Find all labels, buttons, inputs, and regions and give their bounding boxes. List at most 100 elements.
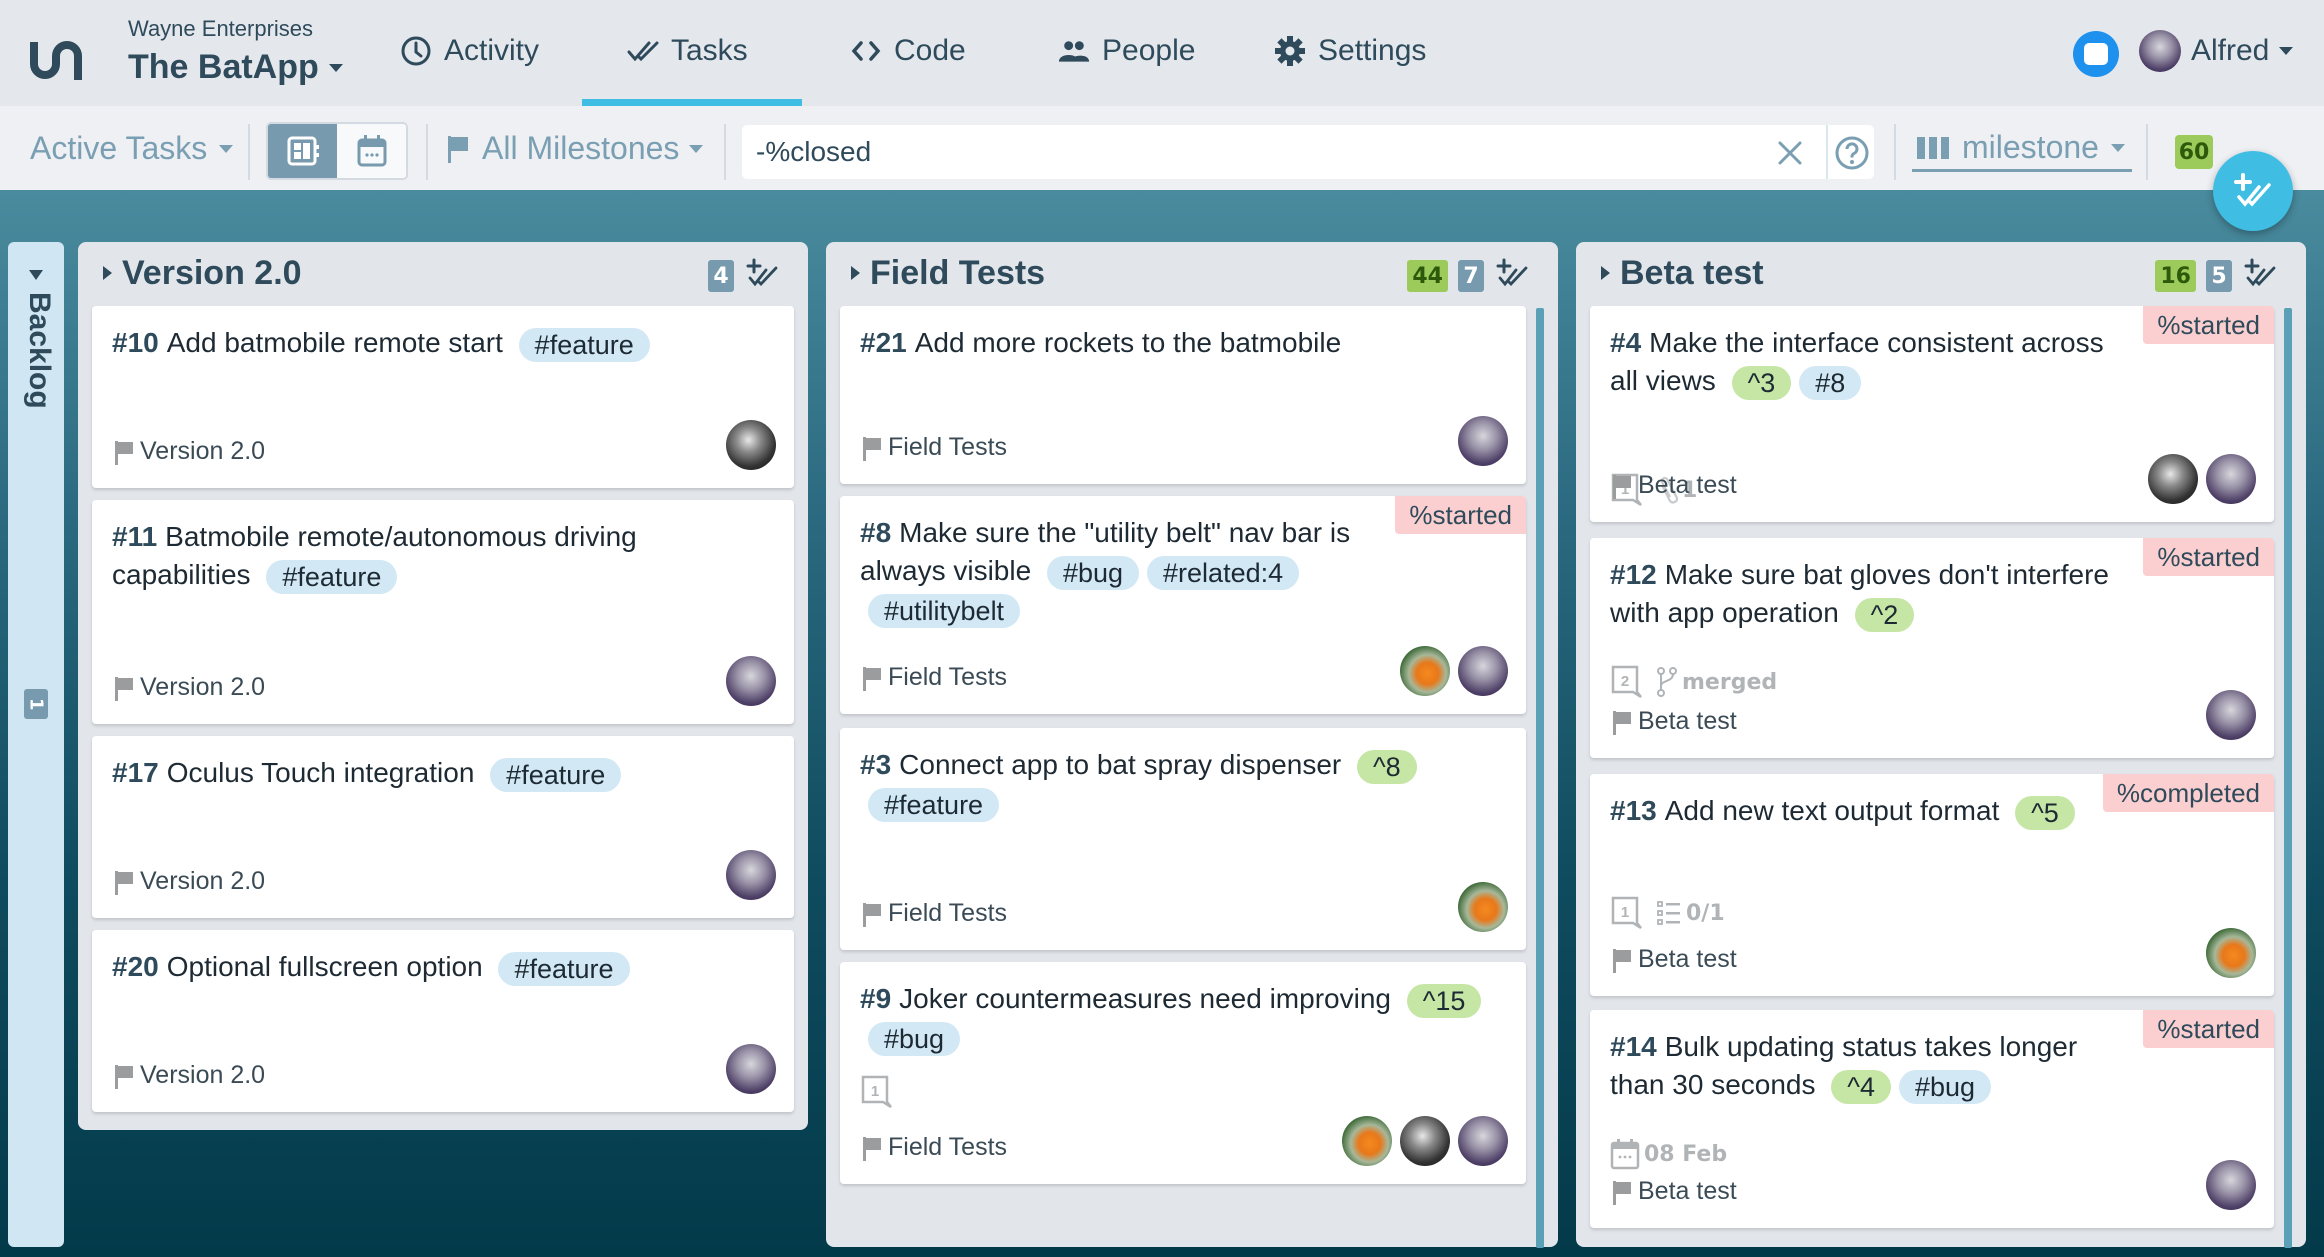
hashtag[interactable]: #bug xyxy=(1046,555,1140,590)
clock-icon xyxy=(401,36,431,66)
milestone-column: Field Tests 44 7 #21 Add more rockets to the… xyxy=(826,242,1558,1248)
task-milestone-label: Beta test xyxy=(1638,945,1737,973)
hashtag[interactable]: #feature xyxy=(498,951,630,986)
collapse-column-icon[interactable] xyxy=(103,266,112,280)
assignee-avatar-alfred[interactable] xyxy=(1458,416,1508,466)
priority-tag[interactable]: ^15 xyxy=(1406,983,1482,1018)
task-card[interactable]: #3 Connect app to bat spray dispenser ^8 #… xyxy=(840,728,1526,950)
help-icon[interactable] xyxy=(1834,135,1870,171)
column-scrollbar[interactable] xyxy=(1536,308,1544,1248)
task-card[interactable]: #13 Add new text output format ^5 %complet… xyxy=(1590,774,2274,996)
status-badge[interactable]: %completed xyxy=(2102,774,2274,812)
assignee-avatar-robin[interactable] xyxy=(1458,882,1508,932)
nav-tasks[interactable]: Tasks xyxy=(627,28,748,74)
nav-activity-label: Activity xyxy=(444,34,540,67)
hashtag[interactable]: #bug xyxy=(1898,1069,1992,1104)
task-assignees xyxy=(2148,454,2256,504)
hashtag[interactable]: #utilitybelt xyxy=(868,593,1021,628)
task-card[interactable]: #8 Make sure the "utility belt" nav bar i… xyxy=(840,496,1526,912)
add-task-to-column-icon[interactable] xyxy=(1494,258,1532,294)
task-milestone: Field Tests xyxy=(862,663,1007,692)
assignee-avatar-alfred[interactable] xyxy=(726,656,776,706)
hashtag[interactable]: #related:4 xyxy=(1147,555,1300,590)
priority-tag[interactable]: ^8 xyxy=(1357,749,1417,784)
backlog-column-collapsed[interactable]: Backlog 1 xyxy=(8,242,64,1247)
hashtag[interactable]: #feature xyxy=(490,757,622,792)
assignee-avatar-joker[interactable] xyxy=(1400,1116,1450,1166)
group-by-dropdown[interactable]: milestone xyxy=(1912,126,2132,172)
task-card[interactable]: #17 Oculus Touch integration #feature Vers… xyxy=(92,736,794,918)
task-card[interactable]: #9 Joker countermeasures need improving ^… xyxy=(840,962,1526,1184)
assignee-avatar-alfred[interactable] xyxy=(2206,1160,2256,1210)
task-card[interactable]: #14 Bulk updating status takes longer tha… xyxy=(1590,1010,2274,1228)
task-card[interactable]: #21 Add more rockets to the batmobile Fie… xyxy=(840,306,1526,484)
clear-search-icon[interactable] xyxy=(1772,135,1808,171)
task-card[interactable]: #11 Batmobile remote/autonomous driving c… xyxy=(92,500,794,724)
priority-tag[interactable]: ^5 xyxy=(2015,795,2075,830)
priority-tag[interactable]: ^2 xyxy=(1854,597,1915,632)
app-switcher[interactable]: The BatApp xyxy=(128,48,343,87)
assignee-avatar-alfred[interactable] xyxy=(726,850,776,900)
collapse-column-icon[interactable] xyxy=(1601,266,1610,280)
nav-people[interactable]: People xyxy=(1058,28,1195,74)
assignee-avatar-robin[interactable] xyxy=(1400,646,1450,696)
assignee-avatar-alfred[interactable] xyxy=(1458,1116,1508,1166)
task-card[interactable]: #20 Optional fullscreen option #feature Ve… xyxy=(92,930,794,1112)
column-scrollbar[interactable] xyxy=(2284,308,2292,1248)
status-badge[interactable]: %started xyxy=(2143,1010,2274,1048)
assignee-avatar-joker[interactable] xyxy=(726,420,776,470)
task-milestone: Beta test xyxy=(1612,1177,1737,1206)
task-card[interactable]: #4 Make the interface consistent across a… xyxy=(1590,306,2274,522)
nav-code[interactable]: Code xyxy=(850,28,966,74)
status-badge[interactable]: %started xyxy=(1395,496,1526,534)
user-menu[interactable]: Alfred xyxy=(2139,30,2294,72)
column-header: Version 2.0 4 xyxy=(78,242,808,306)
search-input[interactable] xyxy=(756,125,1756,179)
task-number: #9 xyxy=(860,983,892,1014)
task-number: #10 xyxy=(112,327,159,358)
assignee-avatar-alfred[interactable] xyxy=(726,1044,776,1094)
status-badge[interactable]: %started xyxy=(2143,538,2274,576)
nav-settings[interactable]: Settings xyxy=(1274,28,1426,74)
column-badges: 4 xyxy=(708,258,782,294)
assignee-avatar-joker[interactable] xyxy=(2148,454,2198,504)
calendar-icon xyxy=(1610,1139,1640,1170)
task-number: #14 xyxy=(1610,1031,1657,1062)
branch-value: merged xyxy=(1682,669,1778,695)
calendar-value: 08 Feb xyxy=(1644,1141,1728,1167)
chat-button[interactable] xyxy=(2073,31,2119,77)
search-divider xyxy=(1826,125,1828,179)
nav-activity[interactable]: Activity xyxy=(400,28,539,74)
milestones-dropdown[interactable]: All Milestones xyxy=(446,130,704,167)
hashtag[interactable]: #feature xyxy=(868,787,1000,822)
task-filter-dropdown[interactable]: Active Tasks xyxy=(30,130,234,167)
add-task-button[interactable] xyxy=(2213,151,2293,231)
task-title: #17 Oculus Touch integration #feature xyxy=(112,754,774,792)
priority-tag[interactable]: ^3 xyxy=(1731,365,1792,400)
milestone-flag-icon xyxy=(1613,1180,1631,1205)
hashtag[interactable]: #8 xyxy=(1799,365,1862,400)
hashtag[interactable]: #feature xyxy=(518,327,650,362)
assignee-avatar-alfred[interactable] xyxy=(2206,690,2256,740)
total-task-count: 60 xyxy=(2175,135,2213,169)
task-milestone: Version 2.0 xyxy=(114,673,265,702)
assignee-avatar-robin[interactable] xyxy=(2206,928,2256,978)
checklist-icon xyxy=(1657,901,1680,925)
assignee-avatar-alfred[interactable] xyxy=(1458,646,1508,696)
calendar-view-button[interactable] xyxy=(337,124,406,178)
assignee-avatar-alfred[interactable] xyxy=(2206,454,2256,504)
priority-tag[interactable]: ^4 xyxy=(1831,1069,1891,1104)
task-title-text: Connect app to bat spray dispenser xyxy=(899,749,1342,780)
hashtag[interactable]: #feature xyxy=(266,559,398,594)
assignee-avatar-robin[interactable] xyxy=(1342,1116,1392,1166)
status-badge[interactable]: %started xyxy=(2143,306,2274,344)
task-card[interactable]: #10 Add batmobile remote start #feature Ve… xyxy=(92,306,794,488)
board-view-button[interactable] xyxy=(268,124,337,178)
app-logo-icon[interactable] xyxy=(30,38,88,82)
task-card[interactable]: #12 Make sure bat gloves don't interfere … xyxy=(1590,538,2274,758)
hashtag[interactable]: #bug xyxy=(868,1021,961,1056)
add-task-to-column-icon[interactable] xyxy=(2242,258,2280,294)
task-milestone: Field Tests xyxy=(862,1133,1007,1162)
collapse-column-icon[interactable] xyxy=(851,266,860,280)
add-task-to-column-icon[interactable] xyxy=(744,258,782,294)
